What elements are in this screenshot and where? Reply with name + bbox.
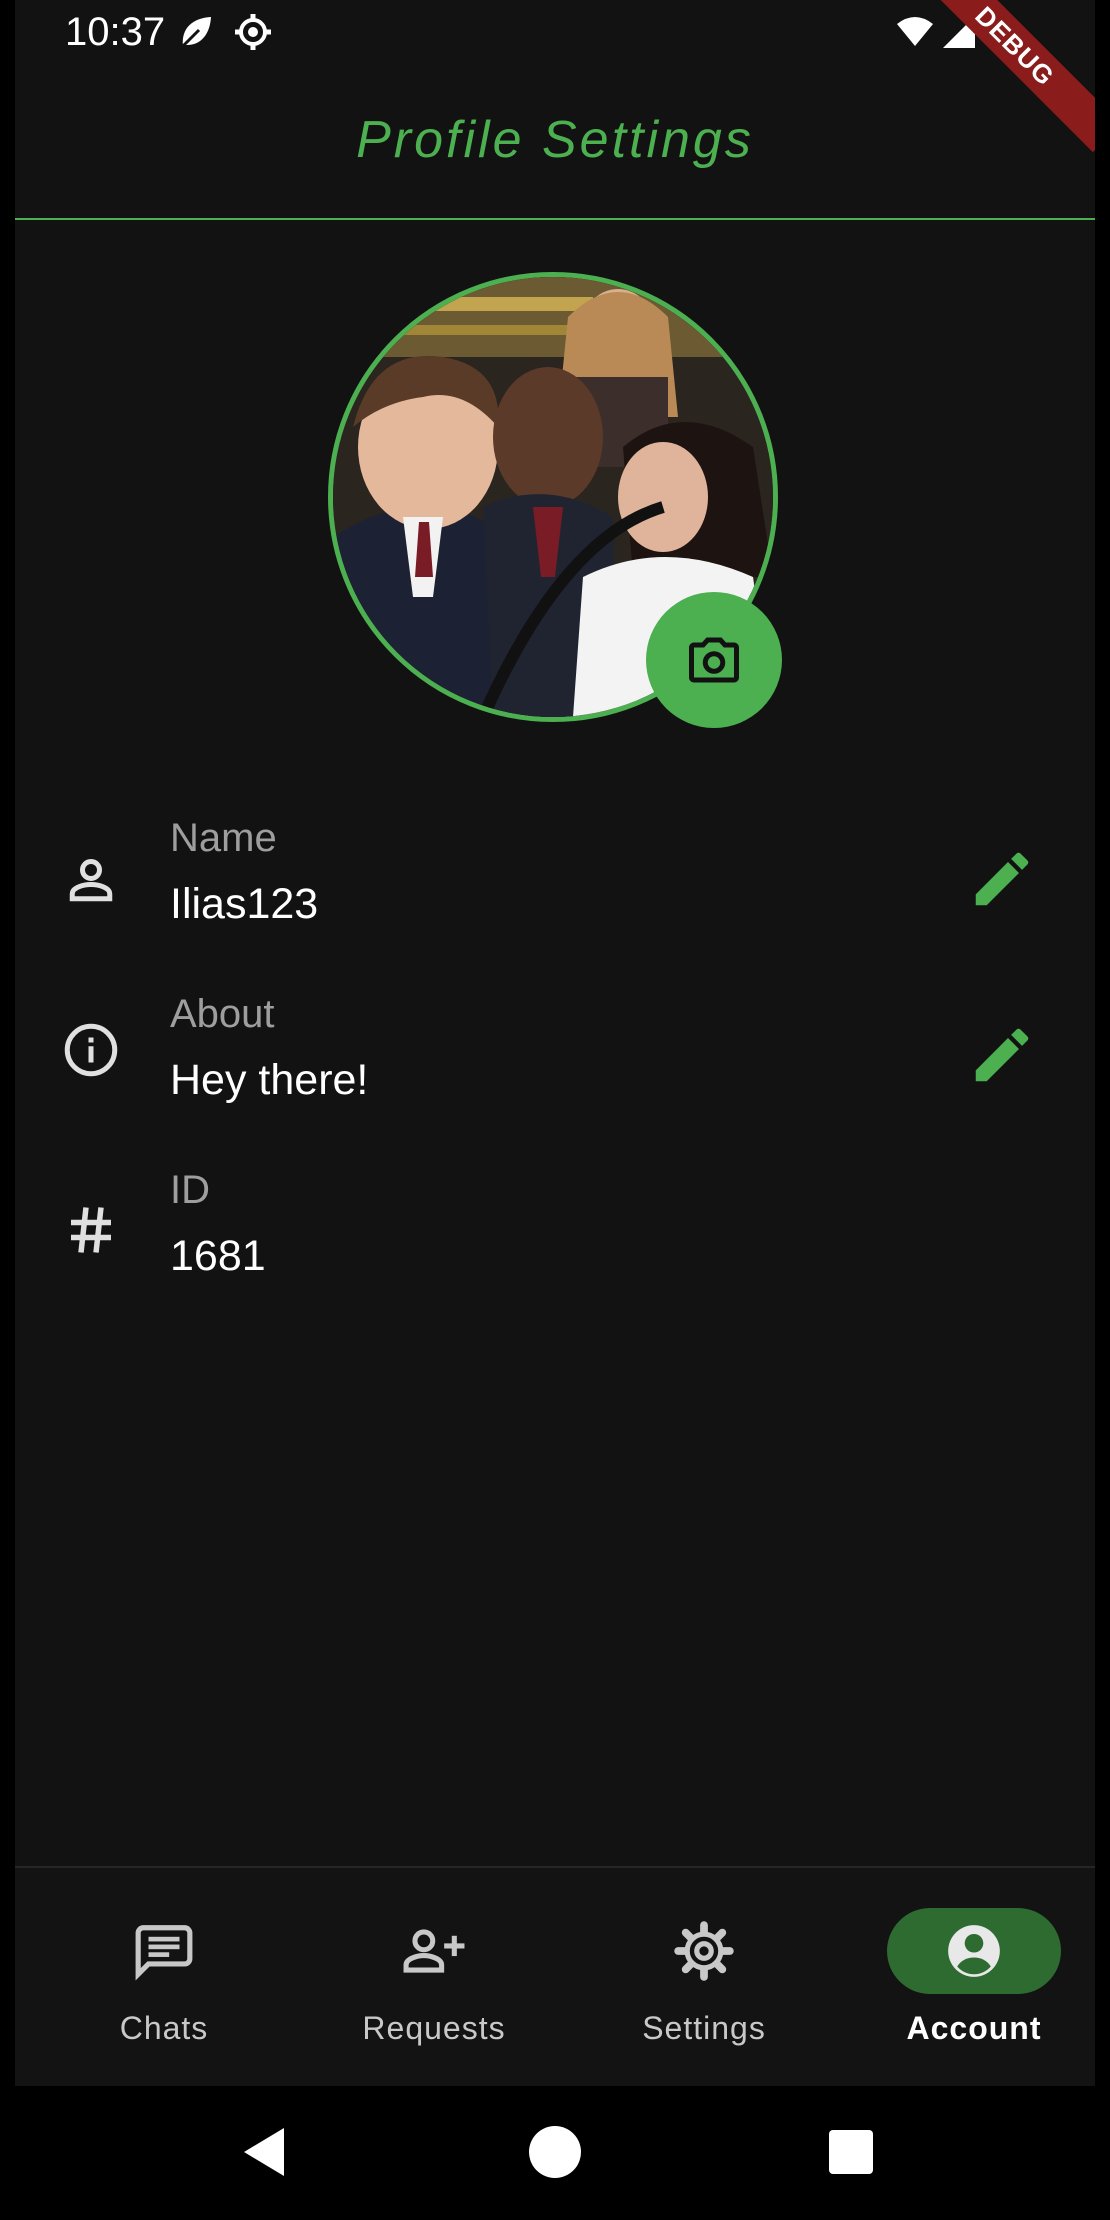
camera-icon bbox=[689, 637, 739, 683]
gear-icon bbox=[674, 1921, 734, 1981]
nav-icon-holder bbox=[77, 1908, 251, 1994]
about-row: About Hey there! bbox=[15, 984, 1095, 1134]
status-bar: 10:37 DEBUG bbox=[15, 0, 1095, 153]
nav-label-account: Account bbox=[906, 2010, 1042, 2046]
wifi-icon bbox=[897, 17, 933, 46]
edit-name-button[interactable] bbox=[967, 844, 1037, 914]
chat-icon bbox=[135, 1925, 193, 1981]
bottom-nav: Chats Requests Settings Account bbox=[15, 1866, 1095, 2088]
recents-icon[interactable] bbox=[827, 2128, 875, 2176]
about-value: Hey there! bbox=[170, 1056, 369, 1104]
name-label: Name bbox=[170, 816, 277, 860]
nav-icon-holder bbox=[347, 1908, 521, 1994]
settings-status-icon bbox=[235, 14, 271, 50]
name-value: Ilias123 bbox=[170, 880, 319, 928]
home-icon[interactable] bbox=[527, 2124, 583, 2180]
hash-icon bbox=[71, 1207, 111, 1253]
app-bar: Profile Settings bbox=[15, 66, 1095, 220]
back-icon[interactable] bbox=[238, 2124, 290, 2180]
account-circle-icon bbox=[948, 1925, 1000, 1977]
nav-item-requests[interactable]: Requests bbox=[325, 1908, 525, 2068]
pencil-icon bbox=[975, 1028, 1029, 1082]
nav-label-chats: Chats bbox=[119, 2010, 209, 2046]
info-icon bbox=[64, 1023, 118, 1077]
system-nav-bar bbox=[15, 2086, 1095, 2220]
nav-item-settings[interactable]: Settings bbox=[595, 1908, 795, 2068]
about-label: About bbox=[170, 992, 275, 1036]
screen: 10:37 DEBUG Profile Settings Name Ilias1… bbox=[15, 0, 1095, 2220]
name-row: Name Ilias123 bbox=[15, 808, 1095, 958]
person-icon bbox=[69, 858, 113, 902]
edit-about-button[interactable] bbox=[967, 1020, 1037, 1090]
nav-label-settings: Settings bbox=[642, 2010, 766, 2046]
avatar-section bbox=[328, 272, 792, 732]
id-row: ID 1681 bbox=[15, 1160, 1095, 1310]
status-time: 10:37 bbox=[65, 10, 166, 54]
id-value: 1681 bbox=[170, 1232, 266, 1280]
pencil-icon bbox=[975, 852, 1029, 906]
leaf-icon bbox=[181, 17, 211, 48]
change-photo-button[interactable] bbox=[646, 592, 782, 728]
nav-icon-holder-active bbox=[887, 1908, 1061, 1994]
nav-icon-holder bbox=[617, 1908, 791, 1994]
nav-label-requests: Requests bbox=[362, 2010, 506, 2046]
nav-item-account[interactable]: Account bbox=[865, 1908, 1065, 2068]
id-label: ID bbox=[170, 1168, 210, 1212]
person-add-icon bbox=[403, 1929, 465, 1973]
page-title: Profile Settings bbox=[356, 111, 754, 169]
nav-item-chats[interactable]: Chats bbox=[55, 1908, 255, 2068]
